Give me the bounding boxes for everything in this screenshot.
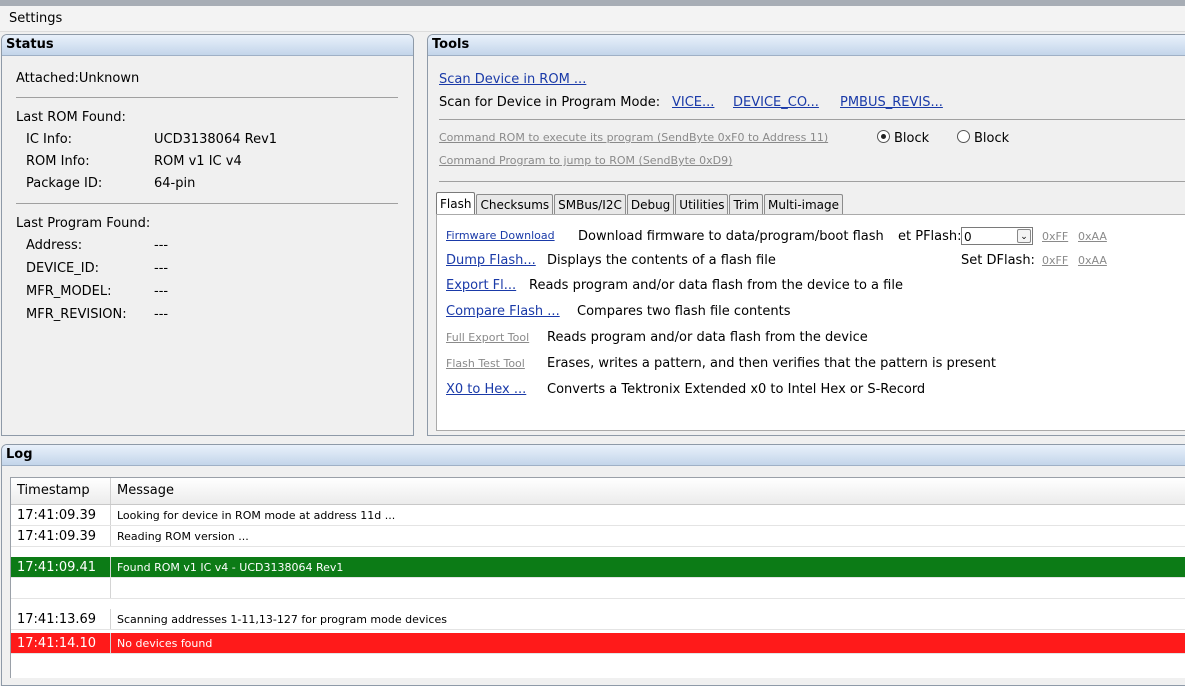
- table-row[interactable]: [11, 578, 1185, 599]
- log-table-header: Timestamp Message: [11, 478, 1185, 505]
- tab-smbus-i2c[interactable]: SMBus/I2C: [554, 194, 626, 215]
- tab-flash[interactable]: Flash: [436, 192, 476, 215]
- attached-status: Attached:Unknown: [16, 71, 140, 86]
- program-mfr-revision-value: ---: [154, 307, 169, 322]
- command-rom-execute-link[interactable]: Command ROM to execute its program (Send…: [439, 131, 828, 144]
- scan-device-rom-link[interactable]: Scan Device in ROM ...: [439, 72, 586, 87]
- tab-trim[interactable]: Trim: [729, 194, 763, 215]
- set-pflash-label: et PFlash:: [898, 229, 962, 244]
- column-timestamp[interactable]: Timestamp: [11, 478, 111, 504]
- log-timestamp: 17:41:13.69: [11, 609, 111, 629]
- rom-ic-info-label: IC Info:: [26, 132, 73, 147]
- last-program-title: Last Program Found:: [16, 216, 151, 231]
- log-message: Reading ROM version ...: [117, 530, 249, 543]
- firmware-download-link[interactable]: Firmware Download: [446, 229, 555, 242]
- compare-flash-desc: Compares two flash file contents: [577, 304, 791, 319]
- tab-checksums[interactable]: Checksums: [476, 194, 554, 215]
- radio-block-2-label: Block: [974, 131, 1010, 146]
- tab-debug[interactable]: Debug: [626, 194, 675, 215]
- rom-info-value: ROM v1 IC v4: [154, 154, 242, 169]
- log-timestamp: 17:41:09.39: [11, 505, 111, 525]
- program-mfr-revision-label: MFR_REVISION:: [26, 307, 127, 322]
- pflash-0xaa-link[interactable]: 0xAA: [1078, 230, 1107, 243]
- table-row[interactable]: 17:41:09.39 Looking for device in ROM mo…: [11, 505, 1185, 526]
- program-address-label: Address:: [26, 238, 83, 253]
- scan-device-code-link[interactable]: DEVICE_CO...: [733, 95, 819, 110]
- scan-program-mode-label: Scan for Device in Program Mode:: [439, 95, 661, 110]
- table-row[interactable]: 17:41:09.41 Found ROM v1 IC v4 - UCD3138…: [11, 557, 1185, 578]
- column-message[interactable]: Message: [111, 478, 1185, 504]
- flash-test-tool-link[interactable]: Flash Test Tool: [446, 357, 525, 370]
- rom-ic-info-value: UCD3138064 Rev1: [154, 132, 278, 147]
- scan-device-id-link[interactable]: VICE...: [672, 95, 714, 110]
- status-divider-2: [16, 203, 398, 204]
- tools-panel-header: Tools: [428, 35, 1185, 56]
- log-timestamp: [11, 578, 111, 598]
- status-panel-header: Status: [2, 35, 413, 56]
- x0-to-hex-link[interactable]: X0 to Hex ...: [446, 382, 526, 397]
- program-mfr-model-label: MFR_MODEL:: [26, 284, 112, 299]
- command-program-jump-link[interactable]: Command Program to jump to ROM (SendByte…: [439, 154, 732, 167]
- full-export-tool-desc: Reads program and/or data flash from the…: [547, 330, 868, 345]
- radio-block-1-label: Block: [894, 131, 930, 146]
- pflash-select[interactable]: 0 ⌄: [961, 227, 1033, 245]
- radio-block-2-indicator: [957, 130, 970, 143]
- log-timestamp: 17:41:09.39: [11, 526, 111, 546]
- table-row[interactable]: 17:41:13.69 Scanning addresses 1-11,13-1…: [11, 609, 1185, 630]
- compare-flash-link[interactable]: Compare Flash ...: [446, 304, 560, 319]
- program-mfr-model-value: ---: [154, 284, 169, 299]
- scan-pmbus-revision-link[interactable]: PMBUS_REVIS...: [840, 95, 943, 110]
- tab-utilities[interactable]: Utilities: [675, 194, 729, 215]
- status-divider-1: [16, 97, 398, 98]
- tools-divider-2: [439, 181, 1185, 182]
- log-message: No devices found: [117, 637, 213, 650]
- package-id-label: Package ID:: [26, 176, 103, 191]
- log-table: Timestamp Message 17:41:09.39 Looking fo…: [10, 477, 1185, 678]
- firmware-download-desc: Download firmware to data/program/boot f…: [578, 229, 884, 244]
- pflash-0xff-link[interactable]: 0xFF: [1042, 230, 1068, 243]
- x0-to-hex-desc: Converts a Tektronix Extended x0 to Inte…: [547, 382, 926, 397]
- radio-block-1[interactable]: Block: [877, 130, 929, 146]
- tools-panel: Tools Scan Device in ROM ... Scan for De…: [427, 34, 1185, 436]
- table-row[interactable]: 17:41:14.10 No devices found: [11, 633, 1185, 654]
- radio-block-2[interactable]: Block: [957, 130, 1009, 146]
- log-message: Looking for device in ROM mode at addres…: [117, 509, 396, 522]
- status-panel: Status Attached:Unknown Last ROM Found: …: [1, 34, 414, 436]
- dflash-0xff-link[interactable]: 0xFF: [1042, 254, 1068, 267]
- log-panel-header: Log: [2, 445, 1185, 466]
- log-message: Found ROM v1 IC v4 - UCD3138064 Rev1: [117, 561, 344, 574]
- table-row[interactable]: 17:41:09.39 Reading ROM version ...: [11, 526, 1185, 547]
- log-timestamp: 17:41:14.10: [11, 633, 111, 653]
- tab-multi-image[interactable]: Multi-image: [764, 194, 844, 215]
- tools-tab-strip: Flash Checksums SMBus/I2C Debug Utilities Tri…: [436, 192, 844, 215]
- full-export-tool-link[interactable]: Full Export Tool: [446, 331, 529, 344]
- package-id-value: 64-pin: [154, 176, 196, 191]
- export-flash-desc: Reads program and/or data flash from the…: [529, 278, 903, 293]
- flash-test-tool-desc: Erases, writes a pattern, and then verif…: [547, 356, 996, 371]
- log-timestamp: 17:41:09.41: [11, 557, 111, 577]
- export-flash-link[interactable]: Export Fl...: [446, 278, 516, 293]
- pflash-select-value: 0: [964, 230, 972, 244]
- radio-block-1-indicator: [877, 130, 890, 143]
- tools-divider-1: [439, 119, 1185, 120]
- program-device-id-label: DEVICE_ID:: [26, 261, 99, 276]
- program-address-value: ---: [154, 238, 169, 253]
- menu-bar: Settings: [0, 6, 1185, 32]
- dump-flash-link[interactable]: Dump Flash...: [446, 253, 536, 268]
- log-message: Scanning addresses 1-11,13-127 for progr…: [117, 613, 447, 626]
- flash-tab-content: Firmware Download Download firmware to d…: [436, 214, 1185, 431]
- set-dflash-label: Set DFlash:: [961, 253, 1035, 268]
- chevron-down-icon: ⌄: [1017, 229, 1031, 243]
- dump-flash-desc: Displays the contents of a flash file: [547, 253, 776, 268]
- menu-settings[interactable]: Settings: [9, 11, 62, 26]
- program-device-id-value: ---: [154, 261, 169, 276]
- dflash-0xaa-link[interactable]: 0xAA: [1078, 254, 1107, 267]
- last-rom-title: Last ROM Found:: [16, 110, 126, 125]
- rom-info-label: ROM Info:: [26, 154, 90, 169]
